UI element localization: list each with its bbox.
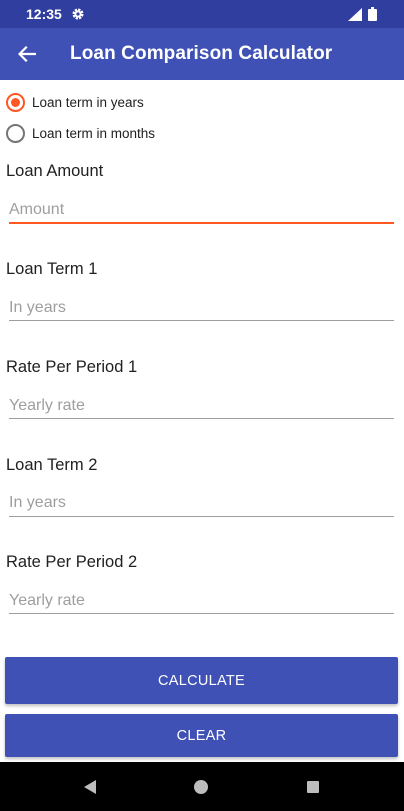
home-circle-icon bbox=[194, 780, 208, 794]
radio-label: Loan term in months bbox=[32, 125, 156, 141]
back-button[interactable] bbox=[12, 40, 42, 68]
rate-2-input[interactable] bbox=[9, 586, 394, 616]
loan-term-1-label: Loan Term 1 bbox=[6, 260, 98, 278]
battery-icon bbox=[368, 7, 377, 21]
recents-square-icon bbox=[307, 781, 319, 793]
app-bar: Loan Comparison Calculator bbox=[0, 28, 404, 80]
rate-2-underline bbox=[9, 613, 394, 614]
nav-back-button[interactable] bbox=[79, 776, 101, 798]
gear-icon bbox=[72, 8, 84, 20]
back-triangle-icon bbox=[84, 780, 96, 794]
loan-term-1-underline bbox=[9, 320, 394, 321]
nav-home-button[interactable] bbox=[190, 776, 212, 798]
radio-button-checked[interactable] bbox=[6, 92, 25, 112]
loan-term-2-label: Loan Term 2 bbox=[6, 456, 98, 474]
arrow-left-icon bbox=[18, 46, 36, 62]
radio-button-unchecked[interactable] bbox=[6, 123, 25, 143]
rate-1-label: Rate Per Period 1 bbox=[6, 358, 138, 376]
app-title: Loan Comparison Calculator bbox=[70, 43, 333, 64]
loan-amount-label: Loan Amount bbox=[6, 162, 104, 180]
nav-recents-button[interactable] bbox=[302, 776, 324, 798]
signal-icon bbox=[348, 8, 362, 21]
loan-term-2-underline bbox=[9, 516, 394, 517]
status-bar: 12:35 bbox=[0, 0, 404, 28]
radio-term-years[interactable]: Loan term in years bbox=[6, 91, 144, 113]
loan-amount-underline bbox=[9, 222, 394, 224]
clear-button[interactable]: CLEAR bbox=[5, 714, 398, 757]
calculate-button[interactable]: CALCULATE bbox=[5, 657, 398, 704]
loan-term-2-input[interactable] bbox=[9, 488, 394, 518]
navigation-bar bbox=[0, 762, 404, 811]
rate-1-input[interactable] bbox=[9, 391, 394, 421]
radio-label: Loan term in years bbox=[32, 94, 144, 110]
rate-2-label: Rate Per Period 2 bbox=[6, 553, 138, 571]
loan-amount-input[interactable] bbox=[9, 195, 394, 225]
radio-term-months[interactable]: Loan term in months bbox=[6, 122, 155, 144]
status-time: 12:35 bbox=[26, 6, 62, 22]
rate-1-underline bbox=[9, 418, 394, 419]
loan-term-1-input[interactable] bbox=[9, 293, 394, 323]
